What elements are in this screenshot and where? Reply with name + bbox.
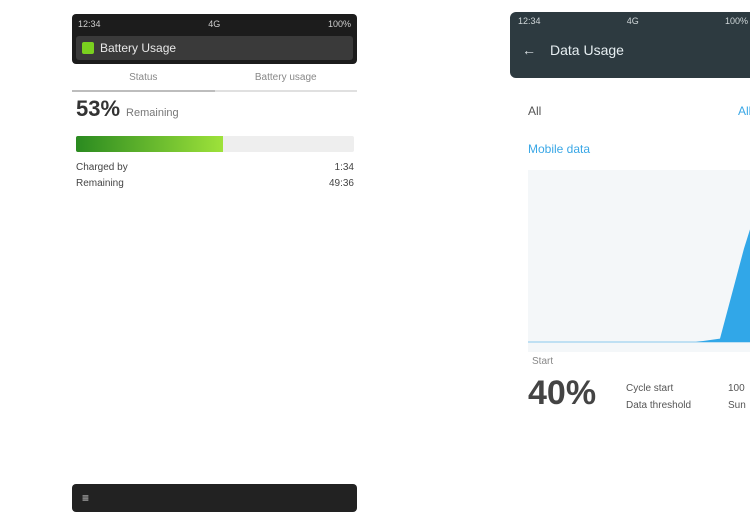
left-status-network: 4G (208, 19, 221, 29)
chart-x-label: Start (532, 356, 554, 367)
right-status-battery: 100% (724, 16, 748, 26)
right-status-bar: 12:34 4G 100% (518, 16, 748, 28)
meta-line-1: Cycle start (626, 383, 674, 394)
battery-level-fill (76, 136, 224, 152)
battery-level-bar (76, 136, 354, 152)
meta-value-2: Sun (728, 400, 746, 411)
mobile-data-link[interactable]: Mobile data (528, 142, 590, 156)
battery-percent-label: Remaining (126, 107, 179, 119)
meta-value-1: 100 (728, 383, 745, 394)
right-header: 12:34 4G 100% ← Data Usage (510, 12, 750, 78)
battery-percent-row: 53% Remaining (76, 96, 179, 122)
left-tabs: Status Battery usage (72, 70, 357, 92)
right-toolbar: ← Data Usage (522, 42, 624, 58)
meta-line-2: Data threshold (626, 400, 692, 411)
data-usage-screen: 12:34 4G 100% ← Data Usage All All Mobil… (510, 12, 750, 512)
usage-chart-svg (528, 229, 750, 343)
stat-charged-label: Charged by (76, 162, 128, 173)
left-status-battery: 100% (327, 19, 351, 29)
stat-row-remaining: Remaining 49:36 (76, 178, 354, 192)
left-bottom-bar: ≡ (72, 484, 357, 512)
tab-status[interactable]: Status (72, 70, 215, 92)
stat-remaining-value: 49:36 (328, 178, 354, 189)
data-meta-values: 100 Sun (728, 380, 746, 414)
usage-area (528, 229, 750, 342)
filter-indicator[interactable]: All (738, 104, 750, 118)
left-status-bar: 12:34 4G 100% (78, 18, 351, 30)
tab-battery-usage[interactable]: Battery usage (214, 70, 357, 92)
battery-percent: 53% (76, 96, 121, 121)
left-header: 12:34 4G 100% Battery Usage (72, 14, 357, 64)
back-arrow-icon[interactable]: ← (522, 42, 536, 58)
right-status-time: 12:34 (518, 16, 541, 26)
data-percent: 40% (528, 374, 597, 412)
stat-charged-value: 1:34 (334, 162, 354, 173)
right-title: Data Usage (550, 42, 624, 58)
right-status-network: 4G (626, 16, 639, 26)
stat-row-charged: Charged by 1:34 (76, 162, 354, 176)
data-meta: Cycle start Data threshold (626, 380, 691, 414)
left-title: Battery Usage (100, 41, 177, 55)
battery-screen: 12:34 4G 100% Battery Usage Status Batte… (72, 14, 357, 512)
left-titlebar: Battery Usage (76, 36, 353, 60)
battery-icon (82, 42, 94, 54)
stat-remaining-label: Remaining (76, 178, 124, 189)
menu-icon[interactable]: ≡ (82, 491, 89, 505)
filter-label[interactable]: All (528, 104, 541, 118)
data-usage-chart (528, 170, 750, 352)
left-status-time: 12:34 (78, 19, 101, 29)
